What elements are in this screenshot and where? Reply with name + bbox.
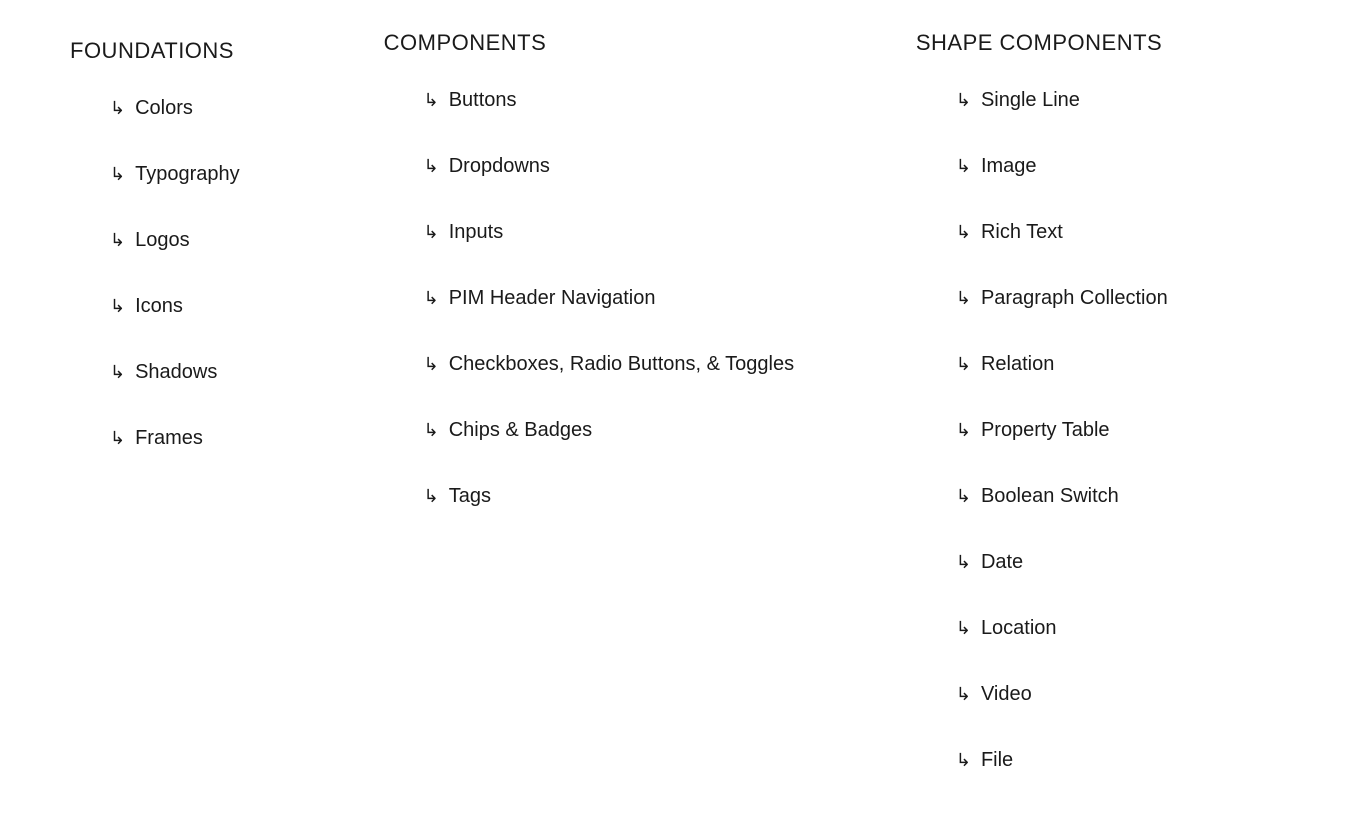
sub-arrow-icon: ↳	[956, 289, 971, 307]
item-label: Typography	[135, 162, 240, 186]
sub-arrow-icon: ↳	[956, 751, 971, 769]
item-shadows[interactable]: ↳ Shadows	[110, 360, 384, 384]
sub-arrow-icon: ↳	[110, 297, 125, 315]
item-label: Date	[981, 550, 1023, 574]
item-single-line[interactable]: ↳ Single Line	[956, 88, 1277, 112]
item-label: Icons	[135, 294, 183, 318]
item-typography[interactable]: ↳ Typography	[110, 162, 384, 186]
item-label: Colors	[135, 96, 193, 120]
sub-arrow-icon: ↳	[424, 91, 439, 109]
sub-arrow-icon: ↳	[424, 289, 439, 307]
sub-arrow-icon: ↳	[110, 165, 125, 183]
item-colors[interactable]: ↳ Colors	[110, 96, 384, 120]
section-components: COMPONENTS ↳ Buttons ↳ Dropdowns ↳ Input…	[384, 30, 916, 772]
item-label: Video	[981, 682, 1032, 706]
sub-arrow-icon: ↳	[956, 619, 971, 637]
item-frames[interactable]: ↳ Frames	[110, 426, 384, 450]
item-label: Relation	[981, 352, 1054, 376]
item-video[interactable]: ↳ Video	[956, 682, 1277, 706]
sub-arrow-icon: ↳	[110, 99, 125, 117]
item-dropdowns[interactable]: ↳ Dropdowns	[424, 154, 916, 178]
item-label: Tags	[449, 484, 491, 508]
item-boolean-switch[interactable]: ↳ Boolean Switch	[956, 484, 1277, 508]
sub-arrow-icon: ↳	[956, 685, 971, 703]
item-label: Dropdowns	[449, 154, 550, 178]
sub-arrow-icon: ↳	[110, 363, 125, 381]
item-logos[interactable]: ↳ Logos	[110, 228, 384, 252]
item-label: Single Line	[981, 88, 1080, 112]
item-label: Property Table	[981, 418, 1110, 442]
sub-arrow-icon: ↳	[956, 553, 971, 571]
item-image[interactable]: ↳ Image	[956, 154, 1277, 178]
layout-columns: FOUNDATIONS ↳ Colors ↳ Typography ↳ Logo…	[70, 30, 1277, 772]
sub-arrow-icon: ↳	[424, 487, 439, 505]
item-tags[interactable]: ↳ Tags	[424, 484, 916, 508]
sub-arrow-icon: ↳	[424, 421, 439, 439]
sub-arrow-icon: ↳	[956, 355, 971, 373]
item-label: Logos	[135, 228, 190, 252]
section-title-foundations: FOUNDATIONS	[70, 38, 384, 64]
section-foundations: FOUNDATIONS ↳ Colors ↳ Typography ↳ Logo…	[70, 30, 384, 772]
item-file[interactable]: ↳ File	[956, 748, 1277, 772]
item-pim-header-navigation[interactable]: ↳ PIM Header Navigation	[424, 286, 916, 310]
sub-arrow-icon: ↳	[424, 157, 439, 175]
item-label: Paragraph Collection	[981, 286, 1168, 310]
item-label: Image	[981, 154, 1037, 178]
item-label: PIM Header Navigation	[449, 286, 656, 310]
item-label: Rich Text	[981, 220, 1063, 244]
sub-arrow-icon: ↳	[424, 223, 439, 241]
item-label: Boolean Switch	[981, 484, 1119, 508]
sub-arrow-icon: ↳	[956, 91, 971, 109]
section-title-components: COMPONENTS	[384, 30, 916, 56]
item-label: Checkboxes, Radio Buttons, & Toggles	[449, 352, 794, 376]
item-label: Frames	[135, 426, 203, 450]
item-label: Inputs	[449, 220, 503, 244]
sub-arrow-icon: ↳	[110, 231, 125, 249]
item-chips-badges[interactable]: ↳ Chips & Badges	[424, 418, 916, 442]
shape-components-items: ↳ Single Line ↳ Image ↳ Rich Text ↳ Para…	[916, 88, 1277, 772]
sub-arrow-icon: ↳	[956, 421, 971, 439]
components-items: ↳ Buttons ↳ Dropdowns ↳ Inputs ↳ PIM Hea…	[384, 88, 916, 508]
item-label: Location	[981, 616, 1057, 640]
item-inputs[interactable]: ↳ Inputs	[424, 220, 916, 244]
item-property-table[interactable]: ↳ Property Table	[956, 418, 1277, 442]
sub-arrow-icon: ↳	[956, 223, 971, 241]
item-label: Shadows	[135, 360, 217, 384]
item-date[interactable]: ↳ Date	[956, 550, 1277, 574]
section-title-shape-components: SHAPE COMPONENTS	[916, 30, 1277, 56]
item-relation[interactable]: ↳ Relation	[956, 352, 1277, 376]
item-label: Chips & Badges	[449, 418, 592, 442]
sub-arrow-icon: ↳	[956, 487, 971, 505]
item-buttons[interactable]: ↳ Buttons	[424, 88, 916, 112]
item-location[interactable]: ↳ Location	[956, 616, 1277, 640]
item-checkboxes-radio-toggles[interactable]: ↳ Checkboxes, Radio Buttons, & Toggles	[424, 352, 916, 376]
section-shape-components: SHAPE COMPONENTS ↳ Single Line ↳ Image ↳…	[916, 30, 1277, 772]
item-label: File	[981, 748, 1013, 772]
sub-arrow-icon: ↳	[424, 355, 439, 373]
item-icons[interactable]: ↳ Icons	[110, 294, 384, 318]
sub-arrow-icon: ↳	[956, 157, 971, 175]
foundations-items: ↳ Colors ↳ Typography ↳ Logos ↳ Icons ↳ …	[70, 96, 384, 450]
item-rich-text[interactable]: ↳ Rich Text	[956, 220, 1277, 244]
sub-arrow-icon: ↳	[110, 429, 125, 447]
item-label: Buttons	[449, 88, 517, 112]
item-paragraph-collection[interactable]: ↳ Paragraph Collection	[956, 286, 1277, 310]
